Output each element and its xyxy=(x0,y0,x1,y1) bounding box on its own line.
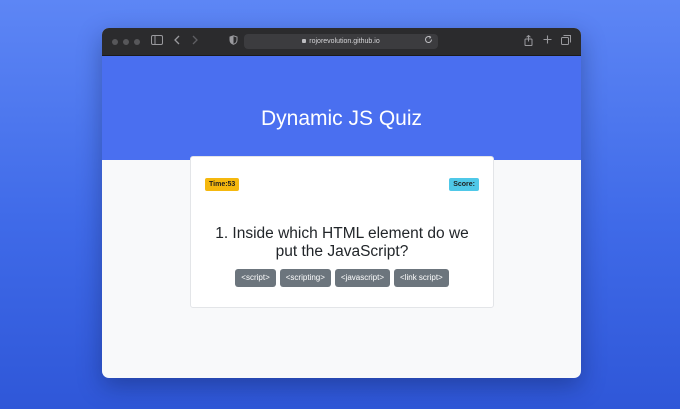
address-bar-url: rojorevolution.github.io xyxy=(309,38,380,45)
browser-toolbar: rojorevolution.github.io xyxy=(102,28,581,56)
sidebar-icon[interactable] xyxy=(151,35,163,48)
zoom-window-icon[interactable] xyxy=(134,39,140,45)
share-icon[interactable] xyxy=(524,34,533,48)
privacy-shield-icon[interactable] xyxy=(229,35,238,48)
tab-overview-icon[interactable] xyxy=(561,35,571,48)
lock-icon xyxy=(302,39,307,43)
answer-button-link-script[interactable]: <link script> xyxy=(394,269,449,287)
reload-icon[interactable] xyxy=(424,35,433,48)
new-tab-icon[interactable] xyxy=(543,35,552,48)
quiz-card: Time:53 Score: 1. Inside which HTML elem… xyxy=(190,156,494,308)
minimize-window-icon[interactable] xyxy=(123,39,129,45)
answer-button-script[interactable]: <script> xyxy=(235,269,276,287)
browser-window: rojorevolution.github.io Dynamic JS Quiz… xyxy=(102,28,581,378)
page-header: Dynamic JS Quiz xyxy=(102,56,581,160)
forward-icon[interactable] xyxy=(191,35,199,48)
back-icon[interactable] xyxy=(173,35,181,48)
answer-options: <script> <scripting> <javascript> <link … xyxy=(191,269,493,287)
score-badge: Score: xyxy=(449,178,479,191)
time-badge: Time:53 xyxy=(205,178,240,191)
address-bar[interactable]: rojorevolution.github.io xyxy=(244,34,438,49)
answer-button-javascript[interactable]: <javascript> xyxy=(334,269,391,287)
page-title: Dynamic JS Quiz xyxy=(260,107,423,130)
close-window-icon[interactable] xyxy=(112,39,118,45)
question-text: 1. Inside which HTML element do we put t… xyxy=(215,225,469,260)
answer-button-scripting[interactable]: <scripting> xyxy=(279,269,331,287)
